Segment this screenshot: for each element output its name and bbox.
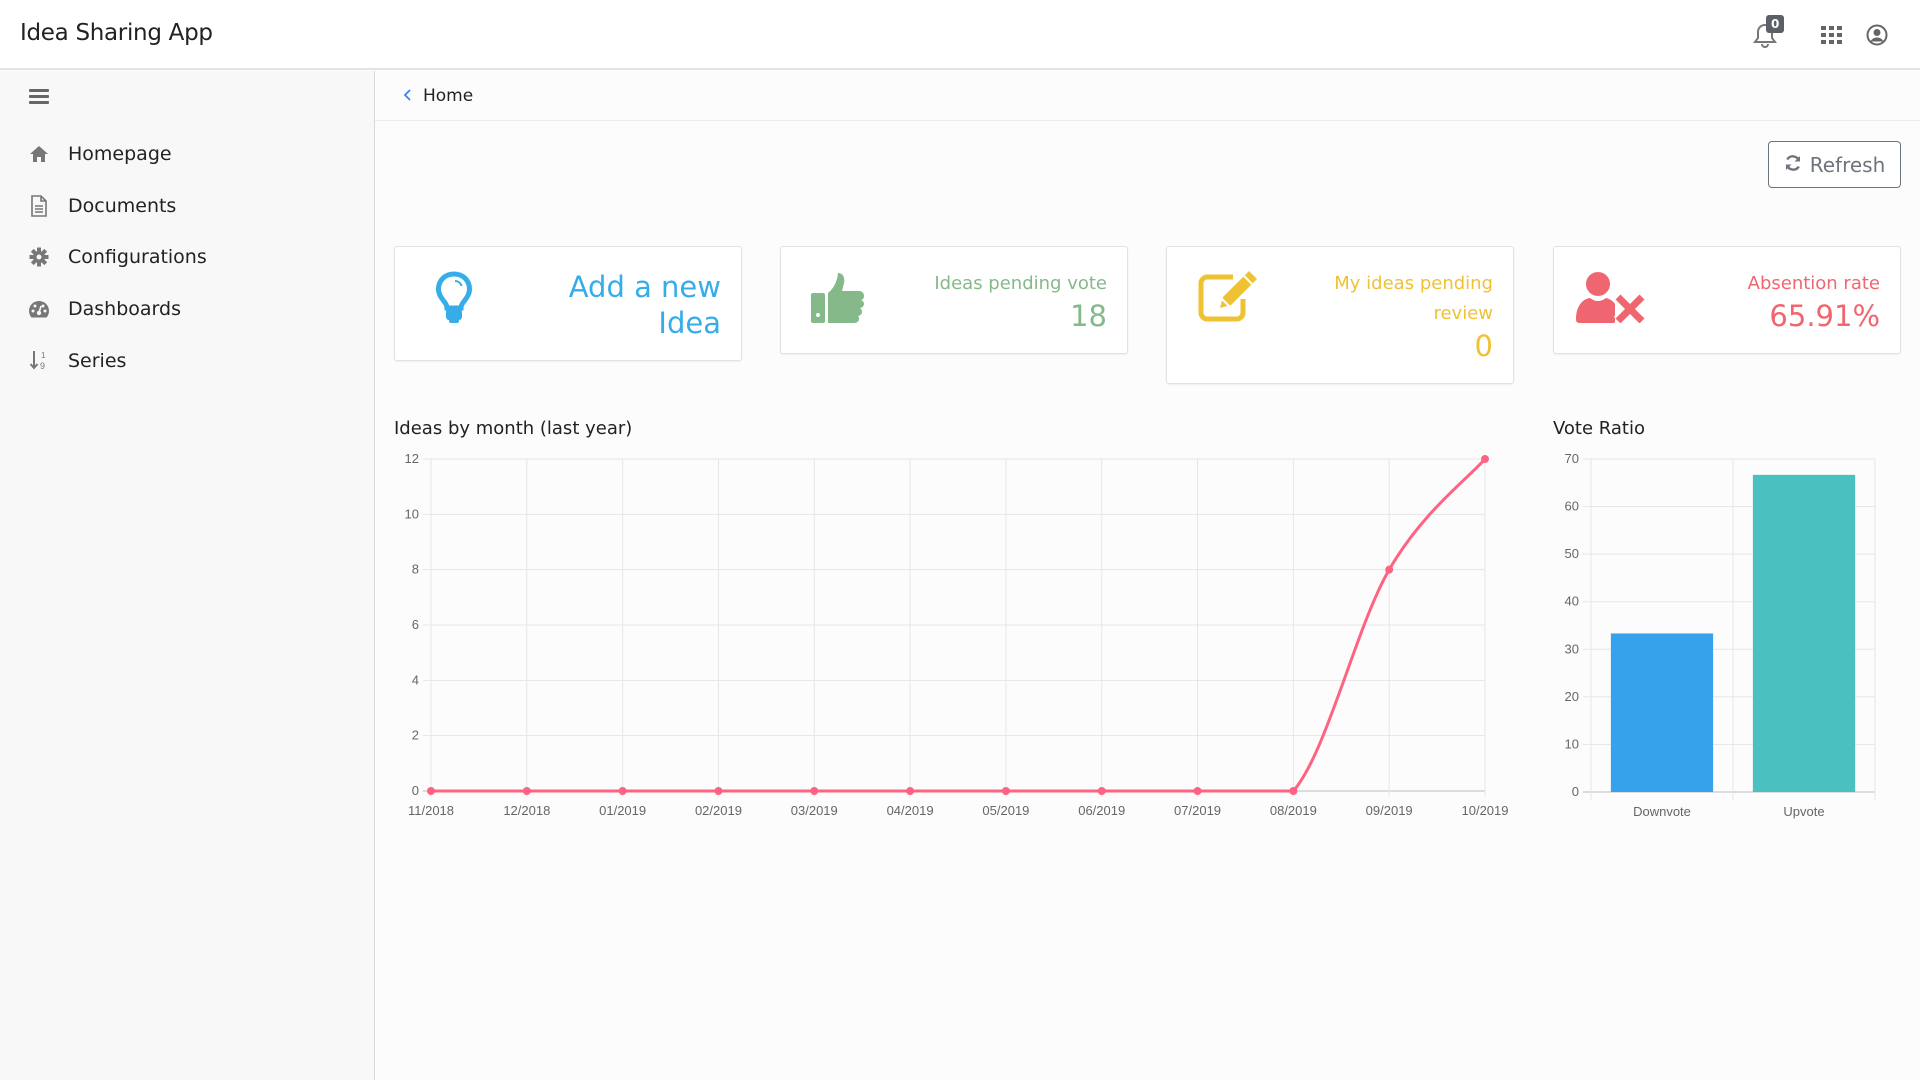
lightbulb-icon: [435, 271, 473, 329]
card-label: Absention rate: [1747, 273, 1880, 294]
data-point: [1193, 787, 1202, 795]
x-tick-label: 08/2019: [1270, 803, 1317, 818]
y-tick-label: 12: [405, 451, 419, 466]
x-tick-label: 04/2019: [887, 803, 934, 818]
add-idea-card[interactable]: Add a new Idea: [394, 246, 742, 361]
data-point: [1289, 787, 1298, 795]
refresh-label: Refresh: [1809, 152, 1886, 177]
refresh-button[interactable]: Refresh: [1768, 141, 1901, 188]
x-tick-label: 09/2019: [1366, 803, 1413, 818]
ideas-pending-vote-card[interactable]: Ideas pending vote 18: [780, 246, 1128, 354]
data-point: [1097, 787, 1106, 795]
y-tick-label: 10: [1565, 736, 1579, 751]
x-tick-label: Upvote: [1783, 804, 1824, 819]
sidebar-item-label: Dashboards: [68, 298, 181, 320]
sidebar-item-documents[interactable]: Documents: [0, 184, 374, 228]
x-tick-label: 03/2019: [791, 803, 838, 818]
data-point: [522, 787, 531, 795]
sidebar-item-series[interactable]: 19 Series: [0, 339, 374, 383]
sidebar-item-configurations[interactable]: Configurations: [0, 235, 374, 279]
breadcrumb-home[interactable]: Home: [423, 86, 473, 106]
edit-icon: [1197, 269, 1259, 327]
card-value: 18: [1070, 299, 1107, 333]
sidebar-item-label: Series: [68, 350, 127, 372]
svg-text:1: 1: [41, 351, 46, 360]
sidebar-item-homepage[interactable]: Homepage: [0, 132, 374, 176]
x-tick-label: 10/2019: [1462, 803, 1509, 818]
card-text: Absention rate 65.91%: [1748, 269, 1880, 333]
card-label-2: review: [1433, 303, 1493, 324]
y-tick-label: 4: [412, 672, 419, 687]
y-tick-label: 10: [405, 506, 419, 521]
top-header: Idea Sharing App 0: [0, 0, 1920, 70]
card-text: Ideas pending vote 18: [934, 269, 1107, 333]
card-text: My ideas pending review 0: [1334, 269, 1493, 363]
x-tick-label: 01/2019: [599, 803, 646, 818]
thumbs-up-icon: [811, 271, 867, 329]
y-tick-label: 40: [1565, 594, 1579, 609]
data-point: [1385, 565, 1394, 574]
svg-text:9: 9: [40, 361, 45, 371]
document-icon: [28, 195, 50, 217]
breadcrumb: Home: [375, 71, 1920, 121]
x-tick-label: 05/2019: [982, 803, 1029, 818]
ideas-by-month-chart: 0 2 4 6 8 10 12 11/2018 12/2018 01/2019 02/2019 03/…: [405, 451, 1509, 818]
data-point: [427, 787, 435, 795]
bar-chart-title: Vote Ratio: [1553, 418, 1645, 439]
y-tick-label: 50: [1565, 546, 1579, 561]
card-value: 0: [1474, 329, 1493, 363]
chevron-left-icon[interactable]: [403, 85, 413, 107]
y-tick-label: 0: [1572, 784, 1579, 799]
card-label: Add a new: [568, 270, 721, 304]
y-tick-label: 0: [412, 783, 419, 798]
y-tick-label: 30: [1565, 641, 1579, 656]
x-tick-label: 07/2019: [1174, 803, 1221, 818]
y-tick-label: 70: [1565, 451, 1579, 466]
data-point: [1481, 455, 1489, 463]
data-point: [714, 787, 723, 795]
data-point: [618, 787, 627, 795]
sidebar-item-label: Homepage: [68, 143, 172, 165]
x-tick-label: 02/2019: [695, 803, 742, 818]
dashboard-gauge-icon: [28, 298, 50, 320]
data-point: [906, 787, 915, 795]
vote-ratio-chart: 0 10 20 30 40 50 60 70 Downvote Upvote: [1565, 451, 1876, 819]
x-tick-label: Downvote: [1633, 804, 1691, 819]
home-icon: [28, 143, 50, 165]
card-label: My ideas pending: [1334, 273, 1493, 294]
y-tick-label: 8: [412, 562, 419, 577]
x-tick-label: 11/2018: [408, 803, 454, 818]
sidebar-item-label: Configurations: [68, 246, 207, 268]
app-title: Idea Sharing App: [20, 20, 213, 46]
data-point: [810, 787, 819, 795]
y-tick-label: 60: [1565, 499, 1579, 514]
y-tick-label: 2: [412, 728, 419, 743]
sidebar-item-label: Documents: [68, 195, 177, 217]
sidebar-item-dashboards[interactable]: Dashboards: [0, 287, 374, 331]
gear-icon: [28, 246, 50, 268]
notification-badge: 0: [1766, 15, 1785, 33]
apps-grid-icon[interactable]: [1821, 26, 1849, 54]
bar-upvote: [1752, 474, 1856, 792]
x-tick-label: 06/2019: [1078, 803, 1125, 818]
absention-rate-card[interactable]: Absention rate 65.91%: [1553, 246, 1901, 354]
user-account-icon[interactable]: [1866, 24, 1894, 52]
refresh-icon: [1784, 153, 1802, 177]
y-tick-label: 20: [1565, 689, 1579, 704]
my-ideas-pending-review-card[interactable]: My ideas pending review 0: [1166, 246, 1514, 384]
card-text: Add a new Idea: [569, 269, 721, 341]
bar-downvote: [1610, 633, 1714, 792]
y-tick-label: 6: [412, 617, 419, 632]
sort-numeric-icon: 19: [28, 350, 50, 372]
card-label-2: Idea: [658, 306, 721, 340]
x-tick-label: 12/2018: [503, 803, 550, 818]
user-times-icon: [1576, 271, 1648, 327]
data-point: [1001, 787, 1010, 795]
card-label: Ideas pending vote: [934, 273, 1107, 294]
hamburger-icon[interactable]: [29, 89, 49, 107]
line-chart-title: Ideas by month (last year): [394, 418, 633, 439]
card-value: 65.91%: [1769, 299, 1880, 333]
sidebar: Homepage Documents Configurations Dashbo…: [0, 71, 375, 1080]
